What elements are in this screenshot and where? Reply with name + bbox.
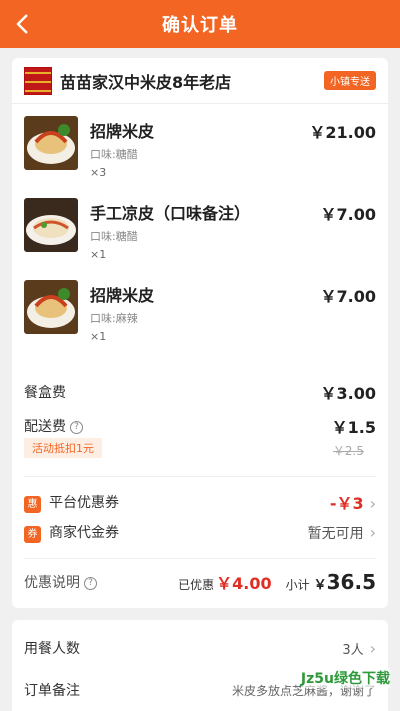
chevron-right-icon: ›: [369, 638, 376, 658]
back-arrow-icon[interactable]: [12, 11, 36, 37]
box-fee-row: 餐盒费 ￥3.00: [24, 380, 376, 404]
divider: [24, 558, 376, 559]
list-item: 招牌米皮 口味:麻辣 ×1 ￥7.00: [12, 268, 388, 350]
saved-value: ￥4.00: [216, 574, 272, 593]
diners-label: 用餐人数: [24, 641, 80, 657]
diners-value: 3人: [342, 642, 364, 658]
platform-coupon-value: -￥3: [329, 494, 364, 513]
delivery-fee-value: ￥1.5: [331, 418, 376, 437]
store-name: 苗苗家汉中米皮8年老店: [60, 72, 232, 92]
saved-label: 已优惠: [178, 578, 215, 592]
list-item: 招牌米皮 口味:糖醋 ×3 ￥21.00: [12, 104, 388, 186]
item-flavor: 口味:糖醋: [90, 148, 138, 161]
item-qty: ×1: [90, 248, 107, 261]
delivery-fee-label: 配送费: [24, 419, 66, 435]
platform-coupon-label: 平台优惠券: [49, 494, 119, 511]
watermark: Jz5u绿色下载: [300, 668, 390, 688]
summary-row: 优惠说明? 已优惠 ￥4.00 小计 ￥ 36.5: [24, 570, 376, 594]
food-image: [24, 116, 78, 170]
merchant-coupon-value: 暂无可用: [307, 525, 364, 542]
item-qty: ×1: [90, 330, 107, 343]
help-icon[interactable]: ?: [70, 420, 83, 434]
platform-coupon-row[interactable]: 惠平台优惠券 -￥3 ›: [24, 490, 376, 514]
help-icon[interactable]: ?: [84, 576, 97, 590]
item-name: 招牌米皮: [90, 286, 155, 305]
food-image: [24, 280, 78, 334]
top-bar: 确认订单: [0, 0, 400, 48]
diners-row[interactable]: 用餐人数 3人 ›: [24, 638, 376, 658]
coupon-badge-icon: 券: [24, 526, 41, 543]
item-name: 手工凉皮（口味备注）: [90, 204, 251, 223]
extra-card: 用餐人数 3人 › 订单备注 米皮多放点芝麻酱，谢谢了: [12, 620, 388, 711]
box-fee-value: ￥3.00: [320, 384, 376, 403]
promo-badge: 活动抵扣1元: [24, 438, 102, 458]
merchant-coupon-label: 商家代金券: [49, 525, 119, 541]
order-note-label: 订单备注: [24, 683, 80, 699]
box-fee-label: 餐盒费: [24, 385, 66, 401]
subtotal-value: 36.5: [326, 570, 376, 594]
food-image: [24, 198, 78, 252]
delivery-fee-row: 配送费? ￥1.5: [24, 414, 376, 438]
item-flavor: 口味:糖醋: [90, 230, 138, 243]
item-flavor: 口味:麻辣: [90, 312, 138, 325]
item-price: ￥7.00: [320, 287, 376, 306]
item-qty: ×3: [90, 166, 107, 179]
list-item: 手工凉皮（口味备注） 口味:糖醋 ×1 ￥7.00: [12, 186, 388, 268]
chevron-right-icon: ›: [369, 494, 376, 513]
divider: [24, 476, 376, 477]
store-header[interactable]: 苗苗家汉中米皮8年老店 小镇专送: [12, 58, 388, 104]
chevron-right-icon: ›: [369, 522, 376, 542]
item-name: 招牌米皮: [90, 122, 155, 141]
subtotal-currency: ￥: [313, 578, 327, 593]
item-price: ￥21.00: [309, 123, 376, 142]
merchant-coupon-row[interactable]: 券商家代金券 暂无可用 ›: [24, 522, 376, 543]
store-logo: [24, 66, 52, 95]
order-card: 苗苗家汉中米皮8年老店 小镇专送 招牌米皮 口味:糖醋 ×3 ￥21.00 手工…: [12, 58, 388, 608]
original-delivery-fee: ￥2.5: [332, 444, 364, 458]
delivery-tag: 小镇专送: [324, 71, 376, 90]
discount-badge-icon: 惠: [24, 495, 41, 513]
item-price: ￥7.00: [320, 205, 376, 224]
discount-info-label: 优惠说明: [24, 575, 80, 591]
page-title: 确认订单: [162, 15, 238, 36]
subtotal-label: 小计: [285, 578, 310, 592]
